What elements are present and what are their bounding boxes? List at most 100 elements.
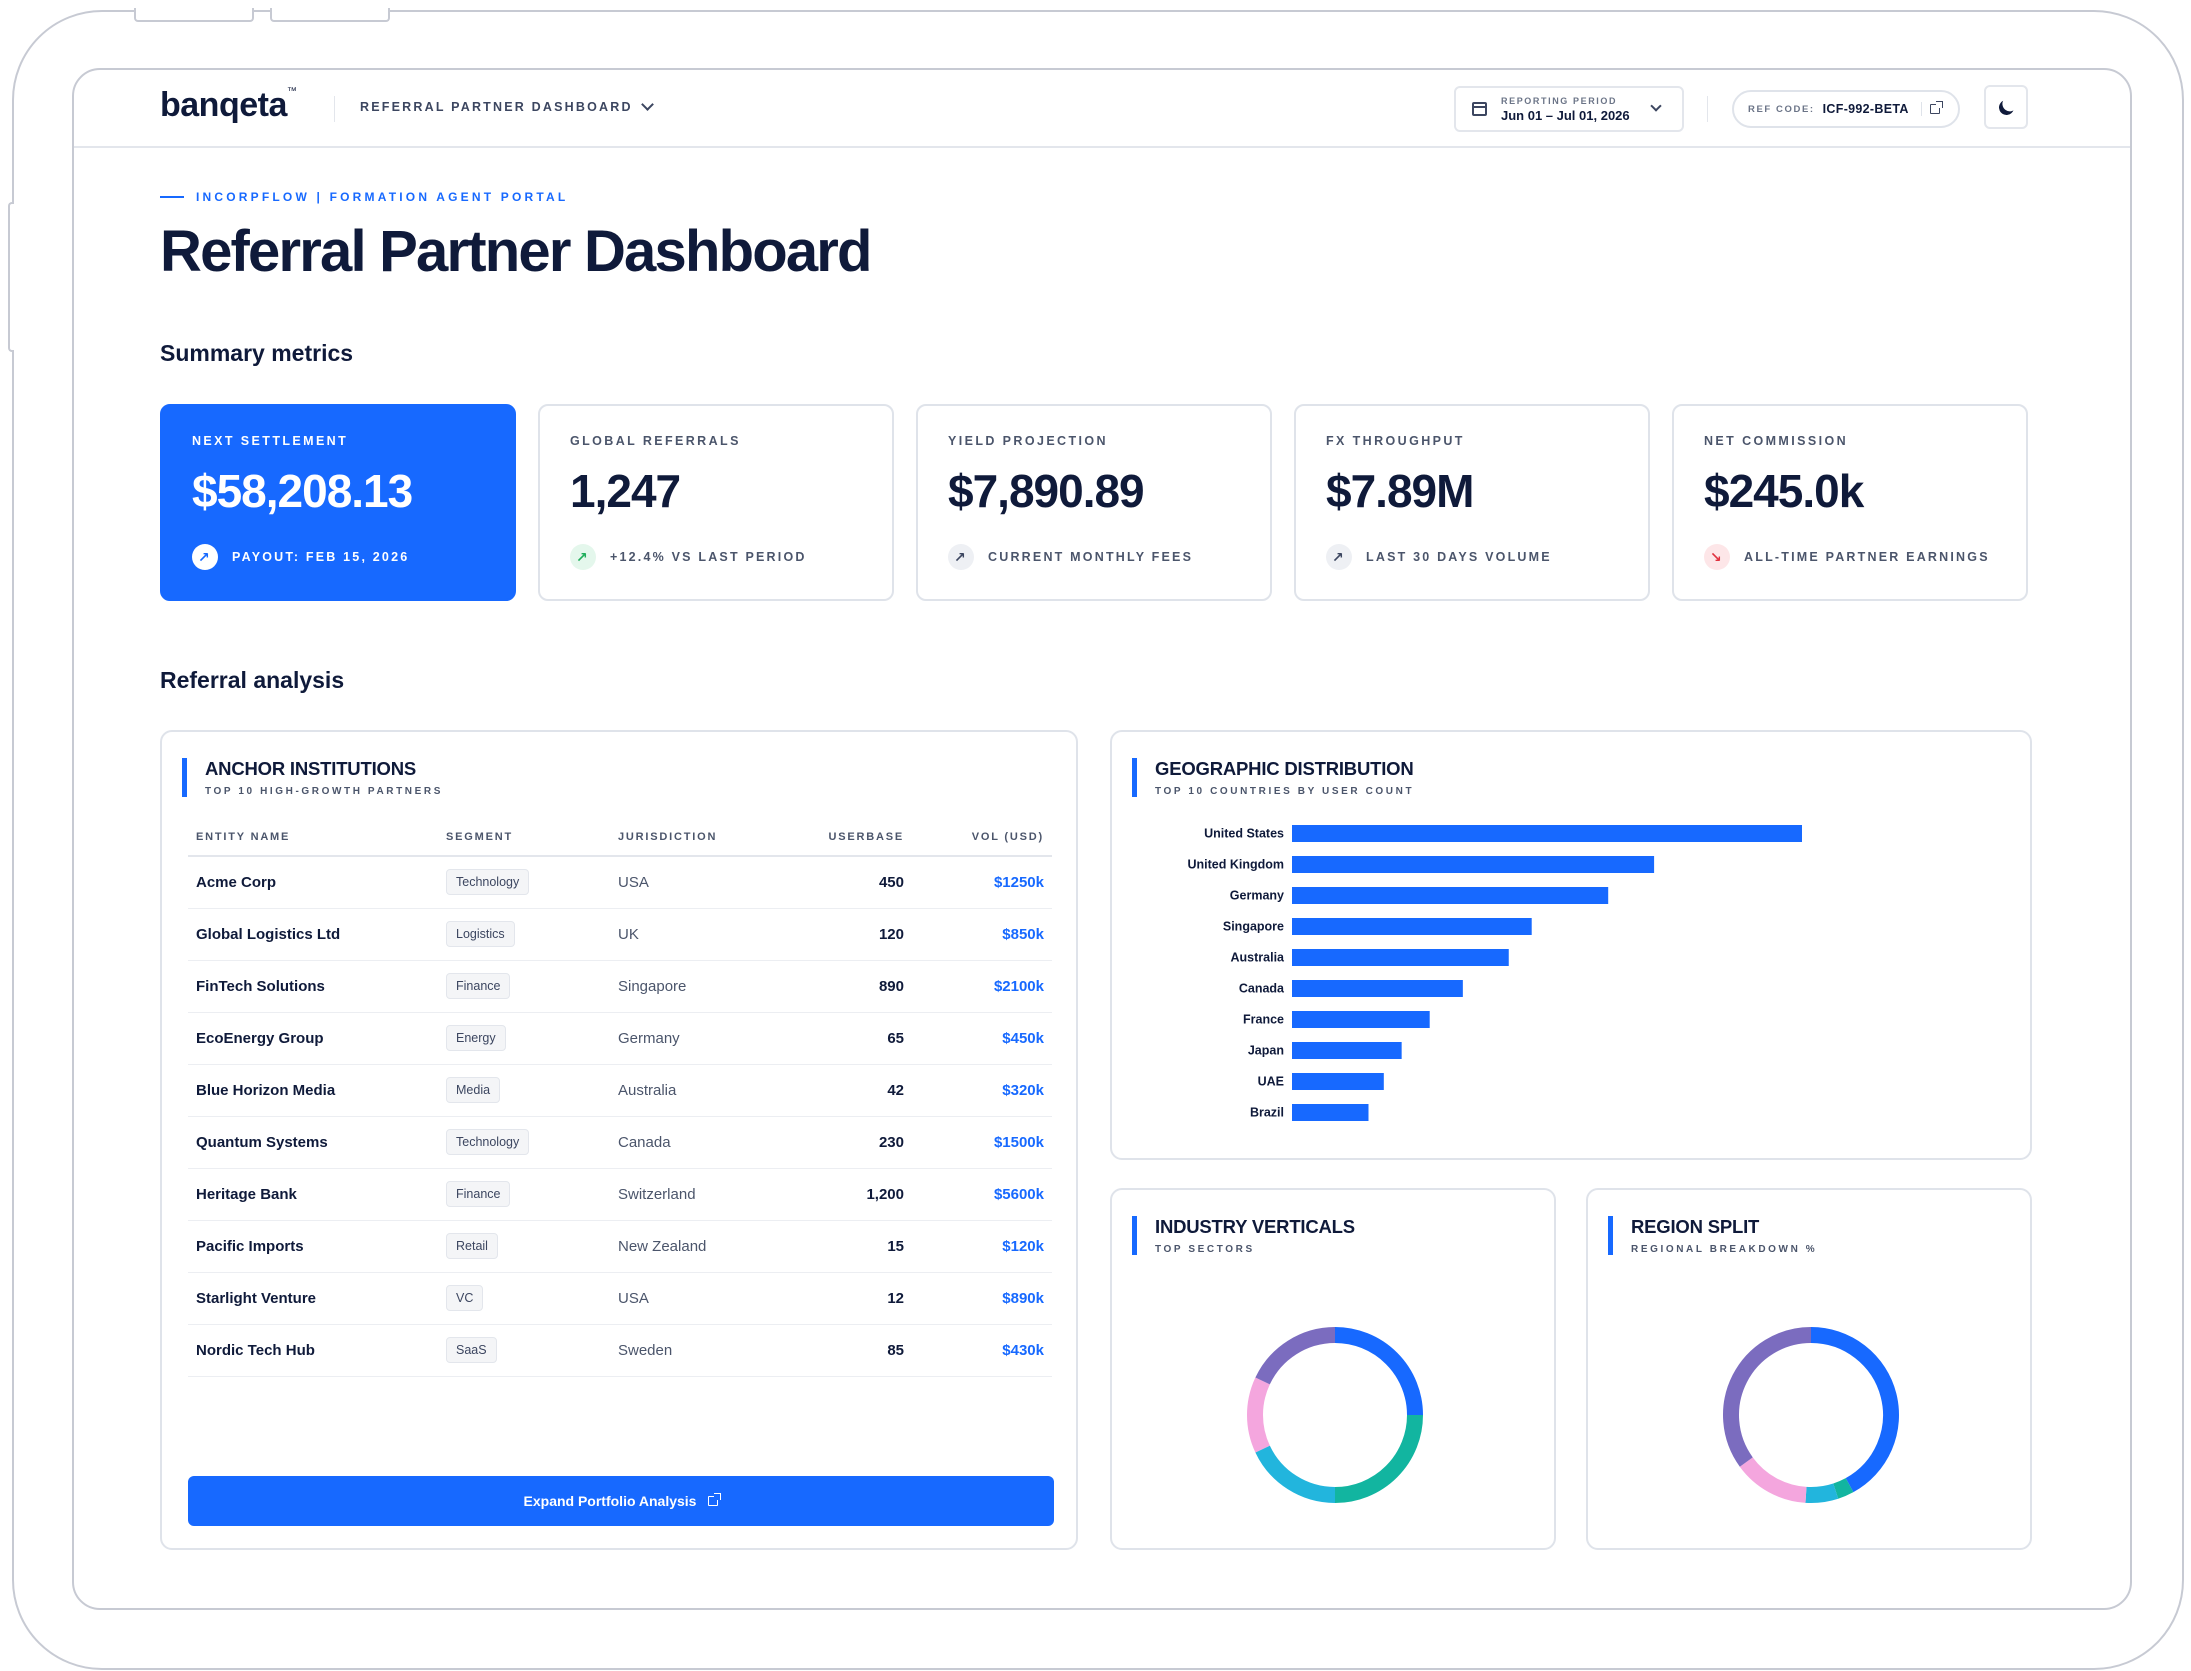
donut-slice[interactable] — [1833, 1478, 1854, 1499]
segment-tag: Retail — [446, 1233, 498, 1259]
category-label: United States — [1204, 827, 1284, 841]
column-header[interactable]: ENTITY NAME — [188, 818, 438, 857]
volume: $1250k — [912, 856, 1052, 909]
eyebrow-line — [160, 196, 184, 198]
bar[interactable] — [1292, 1073, 1384, 1090]
kpi-card-fx-throughput[interactable]: FX THROUGHPUT $7.89M ↗ LAST 30 DAYS VOLU… — [1294, 404, 1650, 601]
table-row[interactable]: Global Logistics Ltd Logistics UK 120 $850k — [188, 908, 1052, 961]
table-row[interactable]: Acme Corp Technology USA 450 $1250k — [188, 856, 1052, 909]
entity-name: Blue Horizon Media — [188, 1064, 438, 1117]
column-header[interactable]: VOL (USD) — [912, 818, 1052, 857]
device-tab — [270, 8, 390, 22]
kpi-label: YIELD PROJECTION — [948, 434, 1108, 448]
kpi-value: $245.0k — [1704, 465, 1864, 517]
category-label: Germany — [1230, 889, 1284, 903]
bar[interactable] — [1292, 1011, 1430, 1028]
kpi-card-net-commission[interactable]: NET COMMISSION $245.0k ↘ ALL-TIME PARTNE… — [1672, 404, 2028, 601]
panel-title: ANCHOR INSTITUTIONS — [205, 758, 417, 779]
donut-slice[interactable] — [1255, 1327, 1336, 1385]
panel-subtitle: REGIONAL BREAKDOWN % — [1631, 1244, 1818, 1255]
table-row[interactable]: Heritage Bank Finance Switzerland 1,200 $560… — [188, 1168, 1052, 1221]
table-row[interactable]: Blue Horizon Media Media Australia 42 $320k — [188, 1064, 1052, 1117]
brand-logo[interactable]: banqeta™ — [160, 86, 297, 125]
segment-cell: Finance — [438, 960, 610, 1013]
category-label: Canada — [1239, 982, 1285, 996]
expand-portfolio-button[interactable]: Expand Portfolio Analysis — [188, 1476, 1054, 1526]
category-label: Brazil — [1250, 1106, 1284, 1120]
dashboard-select[interactable]: REFERRAL PARTNER DASHBOARD — [360, 98, 654, 114]
table-row[interactable]: FinTech Solutions Finance Singapore 890 $210… — [188, 960, 1052, 1013]
segment-cell: VC — [438, 1272, 610, 1325]
divider — [1707, 96, 1708, 122]
donut-slice[interactable] — [1805, 1483, 1839, 1503]
kpi-value: 1,247 — [570, 465, 681, 517]
eyebrow-text: INCORPFLOW | FORMATION AGENT PORTAL — [196, 190, 569, 204]
table-row[interactable]: Quantum Systems Technology Canada 230 $1500k — [188, 1116, 1052, 1169]
entity-name: EcoEnergy Group — [188, 1012, 438, 1065]
kpi-card-yield-projection[interactable]: YIELD PROJECTION $7,890.89 ↗ CURRENT MON… — [916, 404, 1272, 601]
donut-slice[interactable] — [1810, 1327, 1899, 1493]
userbase: 42 — [790, 1064, 912, 1117]
segment-tag: VC — [446, 1285, 484, 1311]
segment-tag: Media — [446, 1077, 501, 1103]
column-header[interactable]: SEGMENT — [438, 818, 610, 857]
donut-slice[interactable] — [1739, 1457, 1807, 1503]
brand-logo-tm: ™ — [286, 86, 297, 97]
kpi-note-row: ↗ LAST 30 DAYS VOLUME — [1326, 544, 1552, 570]
brand-logo-text: banqeta — [160, 86, 287, 124]
theme-toggle-button[interactable] — [1984, 85, 2028, 129]
panel-title: INDUSTRY VERTICALS — [1155, 1216, 1355, 1237]
panel-title-block: INDUSTRY VERTICALS TOP SECTORS — [1132, 1216, 1355, 1255]
table-row[interactable]: Nordic Tech Hub SaaS Sweden 85 $430k — [188, 1324, 1052, 1377]
donut-slice[interactable] — [1334, 1414, 1423, 1503]
entity-name: FinTech Solutions — [188, 960, 438, 1013]
anchor-institutions-panel: ANCHOR INSTITUTIONS TOP 10 HIGH-GROWTH P… — [160, 730, 1078, 1550]
portal-eyebrow: INCORPFLOW | FORMATION AGENT PORTAL — [160, 190, 568, 204]
panel-subtitle: TOP 10 COUNTRIES BY USER COUNT — [1155, 786, 1415, 797]
bar[interactable] — [1292, 1042, 1402, 1059]
column-header[interactable]: JURISDICTION — [610, 818, 790, 857]
bar[interactable] — [1292, 856, 1655, 873]
donut-slice[interactable] — [1334, 1327, 1423, 1416]
bar[interactable] — [1292, 887, 1609, 904]
segment-tag: Finance — [446, 1181, 511, 1207]
donut-slice[interactable] — [1723, 1327, 1812, 1467]
segment-tag: Logistics — [446, 921, 515, 947]
volume: $430k — [912, 1324, 1052, 1377]
ref-code-pill[interactable]: REF CODE: ICF-992-BETA — [1732, 90, 1960, 128]
userbase: 1,200 — [790, 1168, 912, 1221]
segment-cell: Energy — [438, 1012, 610, 1065]
bar[interactable] — [1292, 1104, 1369, 1121]
kpi-value: $7.89M — [1326, 465, 1474, 517]
entity-name: Pacific Imports — [188, 1220, 438, 1273]
category-label: Japan — [1248, 1044, 1284, 1058]
divider — [334, 96, 335, 122]
table-row[interactable]: EcoEnergy Group Energy Germany 65 $450k — [188, 1012, 1052, 1065]
device-side-button — [8, 202, 14, 352]
column-header[interactable]: USERBASE — [790, 818, 912, 857]
segment-tag: Technology — [446, 869, 530, 896]
bar[interactable] — [1292, 918, 1532, 935]
external-link-icon[interactable] — [1929, 101, 1943, 114]
kpi-value: $58,208.13 — [192, 465, 413, 517]
segment-cell: SaaS — [438, 1324, 610, 1377]
entity-name: Acme Corp — [188, 856, 438, 909]
jurisdiction: Canada — [610, 1116, 790, 1169]
volume: $2100k — [912, 960, 1052, 1013]
region-donut-chart — [1723, 1327, 1899, 1503]
donut-slice[interactable] — [1247, 1377, 1270, 1453]
summary-heading: Summary metrics — [160, 340, 354, 366]
reporting-period-picker[interactable]: REPORTING PERIOD Jun 01 – Jul 01, 2026 — [1454, 86, 1684, 132]
bar[interactable] — [1292, 980, 1463, 997]
kpi-note: PAYOUT: FEB 15, 2026 — [232, 550, 410, 564]
donut-slice[interactable] — [1255, 1445, 1336, 1503]
table-row[interactable]: Starlight Venture VC USA 12 $890k — [188, 1272, 1052, 1325]
bar[interactable] — [1292, 825, 1802, 842]
kpi-card-next-settlement[interactable]: NEXT SETTLEMENT $58,208.13 ↗ PAYOUT: FEB… — [160, 404, 516, 601]
kpi-card-global-referrals[interactable]: GLOBAL REFERRALS 1,247 ↗ +12.4% VS LAST … — [538, 404, 894, 601]
jurisdiction: New Zealand — [610, 1220, 790, 1273]
bar[interactable] — [1292, 949, 1509, 966]
volume: $850k — [912, 908, 1052, 961]
panel-title-block: ANCHOR INSTITUTIONS TOP 10 HIGH-GROWTH P… — [182, 758, 443, 797]
table-row[interactable]: Pacific Imports Retail New Zealand 15 $120k — [188, 1220, 1052, 1273]
